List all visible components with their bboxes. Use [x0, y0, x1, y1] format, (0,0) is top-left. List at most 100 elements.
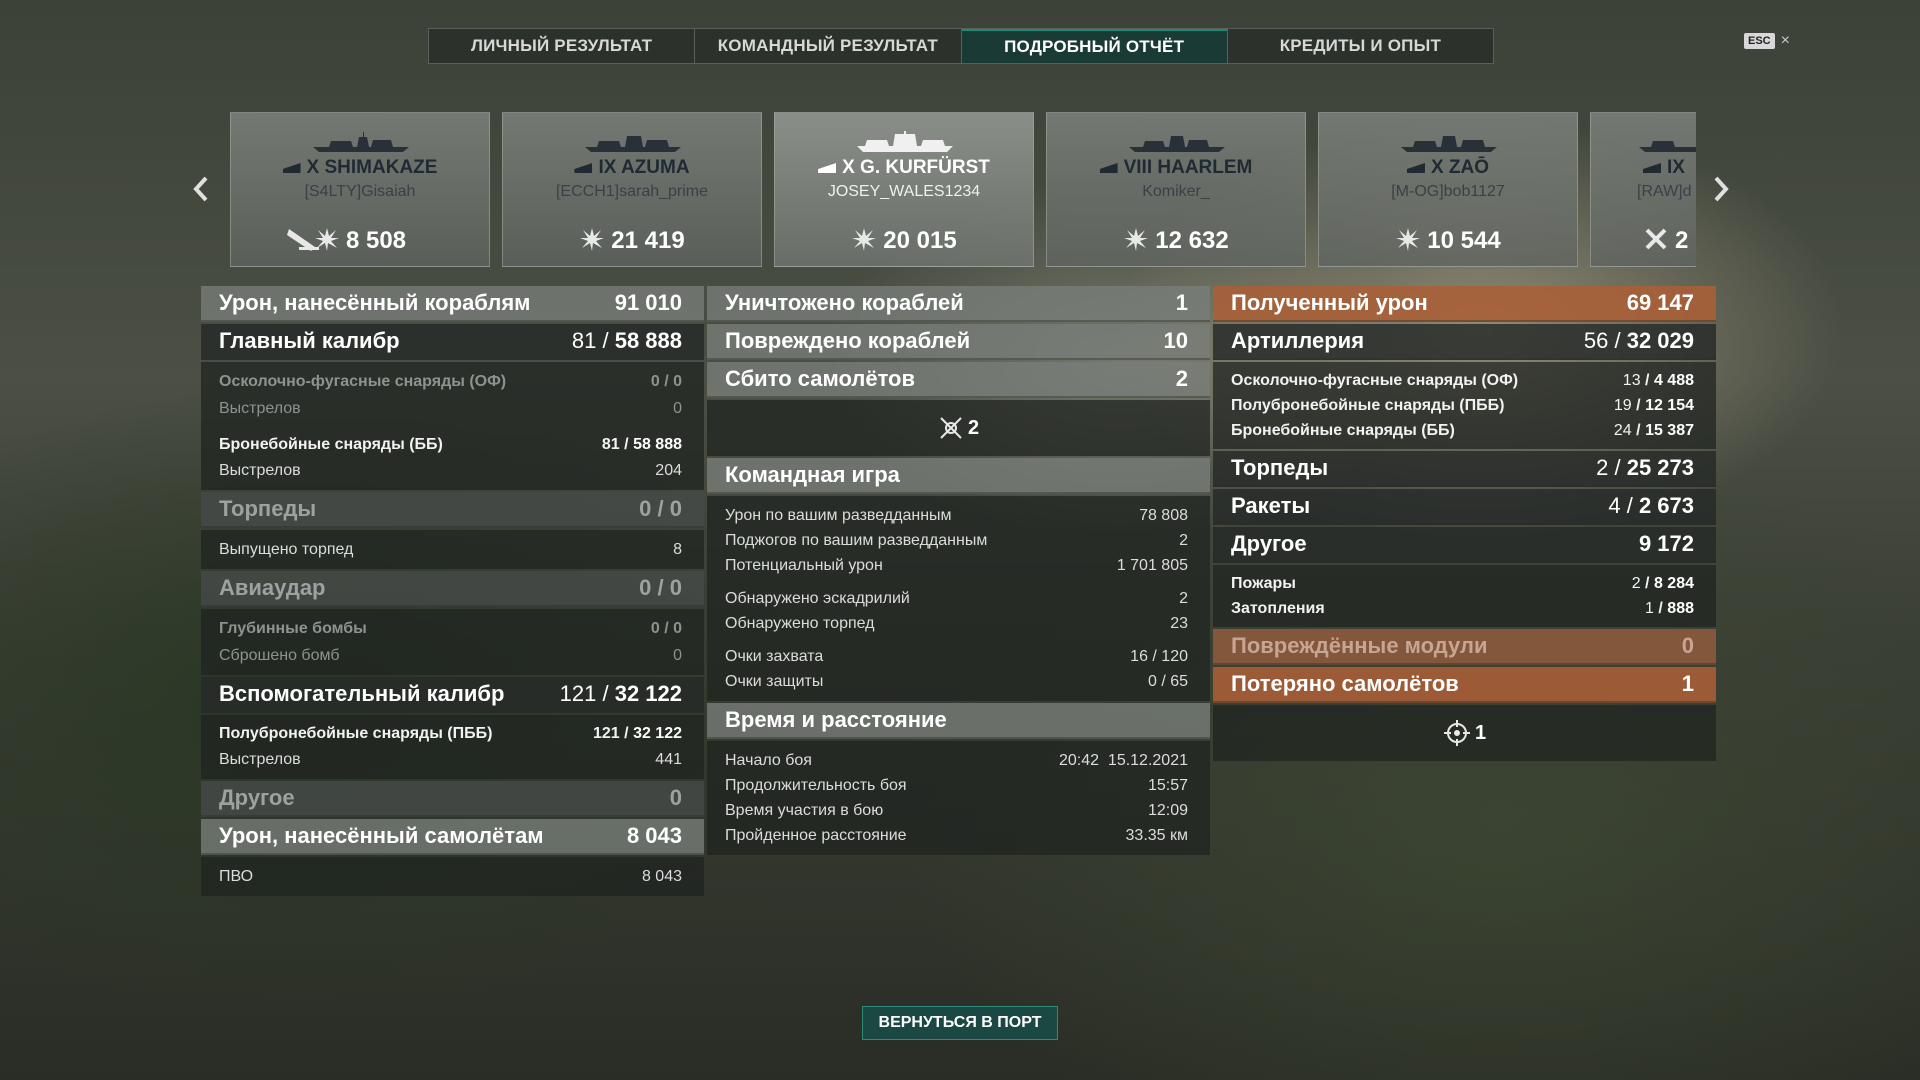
- damage-burst-icon: [1124, 228, 1149, 251]
- player-name: [S4LTY]Gisaiah: [304, 183, 416, 200]
- torpedoes-section: Выпущено торпед 8: [201, 530, 704, 569]
- torps-fired-row: Выпущено торпед 8: [219, 541, 682, 558]
- artillery-section: Осколочно-фугасные снаряды (ОФ) 13 / 4 48…: [1213, 362, 1716, 449]
- ship-damage: 21 419: [503, 226, 761, 255]
- he-row: Осколочно-фугасные снаряды (ОФ) 0 / 0: [219, 373, 682, 390]
- main-battery-section: Осколочно-фугасные снаряды (ОФ) 0 / 0 Выс…: [201, 362, 704, 490]
- recv-other-header: Другое 9 172: [1213, 527, 1716, 563]
- carousel-prev-button[interactable]: [186, 172, 216, 212]
- player-name: [ECCH1]sarah_prime: [555, 183, 709, 200]
- return-to-port-button[interactable]: ВЕРНУТЬСЯ В ПОРТ: [862, 1006, 1058, 1040]
- ship-silhouette-icon: [1129, 136, 1225, 152]
- ship-name: VIII HAARLEM: [1047, 157, 1305, 179]
- distance-row: Пройденное расстояние 33.35 км: [725, 827, 1188, 844]
- sec-shots-row: Выстрелов 441: [219, 751, 682, 768]
- cruiser-class-icon: [1099, 162, 1118, 173]
- ship-name: X G. KURFÜRST: [775, 157, 1033, 179]
- carousel-next-button[interactable]: [1706, 172, 1736, 212]
- player-name: [RAW]d: [1637, 183, 1692, 200]
- esc-key-badge: ESC: [1744, 33, 1775, 49]
- ship-silhouette-icon: [1639, 141, 1696, 152]
- recv-sap-row: Полубронебойные снаряды (ПББ) 19 / 12 154: [1231, 397, 1694, 414]
- ship-name: X SHIMAKAZE: [231, 157, 489, 179]
- damage-to-planes-header: Урон, нанесённый самолётам 8 043: [201, 819, 704, 855]
- ship-card[interactable]: IX AZUMA [ECCH1]sarah_prime 21 419: [502, 112, 762, 267]
- ship-card[interactable]: X ZAŌ [M-OG]bob1127 10 544: [1318, 112, 1578, 267]
- battle-start-row: Начало боя 20:42 15.12.2021: [725, 752, 1188, 769]
- recv-ap-row: Бронебойные снаряды (ББ) 24 / 15 387: [1231, 422, 1694, 439]
- cruiser-class-icon: [574, 162, 593, 173]
- damage-received-panel: Полученный урон 69 147 Артиллерия 56 / 32 …: [1213, 286, 1716, 763]
- damage-burst-icon: [580, 228, 605, 251]
- damage-received-header: Полученный урон 69 147: [1213, 286, 1716, 322]
- close-button[interactable]: ESC ×: [1744, 32, 1790, 50]
- ship-silhouette-icon: [1401, 136, 1497, 152]
- planes-lost-ribbon: 1: [1213, 705, 1716, 761]
- ap-row: Бронебойные снаряды (ББ) 81 / 58 888: [219, 436, 682, 453]
- potential-damage-row: Потенциальный урон 1 701 805: [725, 557, 1188, 574]
- ship-damage: 8 508: [231, 226, 489, 255]
- crosshair-icon: [1443, 720, 1470, 746]
- spotting-damage-row: Урон по вашим разведданным 78 808: [725, 507, 1188, 524]
- damage-burst-icon: [1396, 228, 1421, 251]
- close-icon: ×: [1780, 32, 1790, 49]
- sap-row: Полубронебойные снаряды (ПББ) 121 / 32 12…: [219, 725, 682, 742]
- ship-card[interactable]: VIII HAARLEM Komiker_ 12 632: [1046, 112, 1306, 267]
- battle-duration-row: Продолжительность боя 15:57: [725, 777, 1188, 794]
- damage-dealt-panel: Урон, нанесённый кораблям 91 010 Главный …: [201, 286, 704, 898]
- ships-destroyed-header: Уничтожено кораблей 1: [707, 286, 1210, 322]
- tab-detailed-report[interactable]: ПОДРОБНЫЙ ОТЧЁТ: [961, 29, 1228, 63]
- ship-card[interactable]: IX [RAW]d 2: [1590, 112, 1696, 267]
- planes-shot-icon: [1645, 228, 1667, 250]
- main-battery-header: Главный калибр 81 / 58 888: [201, 324, 704, 360]
- team-play-section: Урон по вашим разведданным 78 808 Поджого…: [707, 496, 1210, 701]
- ship-name: IX: [1643, 157, 1696, 179]
- aa-section: ПВО 8 043: [201, 857, 704, 896]
- floods-row: Затопления 1 / 888: [1231, 600, 1694, 617]
- aircraft-shot-down-icon: [940, 417, 962, 439]
- time-in-battle-row: Время участия в бою 12:09: [725, 802, 1188, 819]
- spotting-fires-row: Поджогов по вашим разведданным 2: [725, 532, 1188, 549]
- ship-carousel: X SHIMAKAZE [S4LTY]Gisaiah 8 508 IX AZUM…: [230, 112, 1696, 267]
- tab-credits-xp[interactable]: КРЕДИТЫ И ОПЫТ: [1228, 29, 1493, 63]
- time-distance-section: Начало боя 20:42 15.12.2021 Продолжительн…: [707, 741, 1210, 855]
- capture-points-row: Очки захвата 16 / 120: [725, 648, 1188, 665]
- planes-lost-header: Потеряно самолётов 1: [1213, 667, 1716, 703]
- battleship-class-icon: [818, 162, 837, 173]
- ship-name: IX AZUMA: [503, 157, 761, 179]
- fires-row: Пожары 2 / 8 284: [1231, 575, 1694, 592]
- player-name: [M-OG]bob1127: [1391, 183, 1505, 200]
- player-name: JOSEY_WALES1234: [827, 183, 981, 200]
- cruiser-class-icon: [1406, 162, 1425, 173]
- ship-card-selected[interactable]: X G. KURFÜRST JOSEY_WALES1234 20 015: [774, 112, 1034, 267]
- depth-charges-row: Глубинные бомбы 0 / 0: [219, 620, 682, 637]
- bombs-dropped-row: Сброшено бомб 0: [219, 647, 682, 664]
- artillery-header: Артиллерия 56 / 32 029: [1213, 324, 1716, 360]
- time-distance-header: Время и расстояние: [707, 703, 1210, 739]
- other-damage-header: Другое 0: [201, 781, 704, 817]
- ship-damage: 20 015: [775, 226, 1033, 255]
- ship-card[interactable]: X SHIMAKAZE [S4LTY]Gisaiah 8 508: [230, 112, 490, 267]
- planes-shot-down-ribbon: 2: [707, 400, 1210, 456]
- recv-torpedoes-header: Торпеды 2 / 25 273: [1213, 451, 1716, 487]
- ships-damaged-header: Повреждено кораблей 10: [707, 324, 1210, 360]
- ship-damage: 12 632: [1047, 226, 1305, 255]
- torpedoes-header: Торпеды 0 / 0: [201, 492, 704, 528]
- planes-shot-down-header: Сбито самолётов 2: [707, 362, 1210, 398]
- aa-row: ПВО 8 043: [219, 868, 682, 885]
- ship-silhouette-icon: [857, 131, 953, 152]
- player-name: Komiker_: [1142, 183, 1210, 200]
- tab-personal-result[interactable]: ЛИЧНЫЙ РЕЗУЛЬТАТ: [429, 29, 696, 63]
- airstrike-header: Авиаудар 0 / 0: [201, 571, 704, 607]
- tab-team-result[interactable]: КОМАНДНЫЙ РЕЗУЛЬТАТ: [695, 29, 962, 63]
- airstrike-section: Глубинные бомбы 0 / 0 Сброшено бомб 0: [201, 609, 704, 675]
- damage-burst-icon: [852, 228, 877, 251]
- secondary-battery-header: Вспомогательный калибр 121 / 32 122: [201, 677, 704, 713]
- damaged-modules-header: Повреждённые модули 0: [1213, 629, 1716, 665]
- torpedoes-spotted-row: Обнаружено торпед 23: [725, 615, 1188, 632]
- team-play-header: Командная игра: [707, 458, 1210, 494]
- ship-damage: 2: [1643, 226, 1696, 255]
- recv-rockets-header: Ракеты 4 / 2 673: [1213, 489, 1716, 525]
- ship-name: X ZAŌ: [1319, 157, 1577, 179]
- squadrons-spotted-row: Обнаружено эскадрилий 2: [725, 590, 1188, 607]
